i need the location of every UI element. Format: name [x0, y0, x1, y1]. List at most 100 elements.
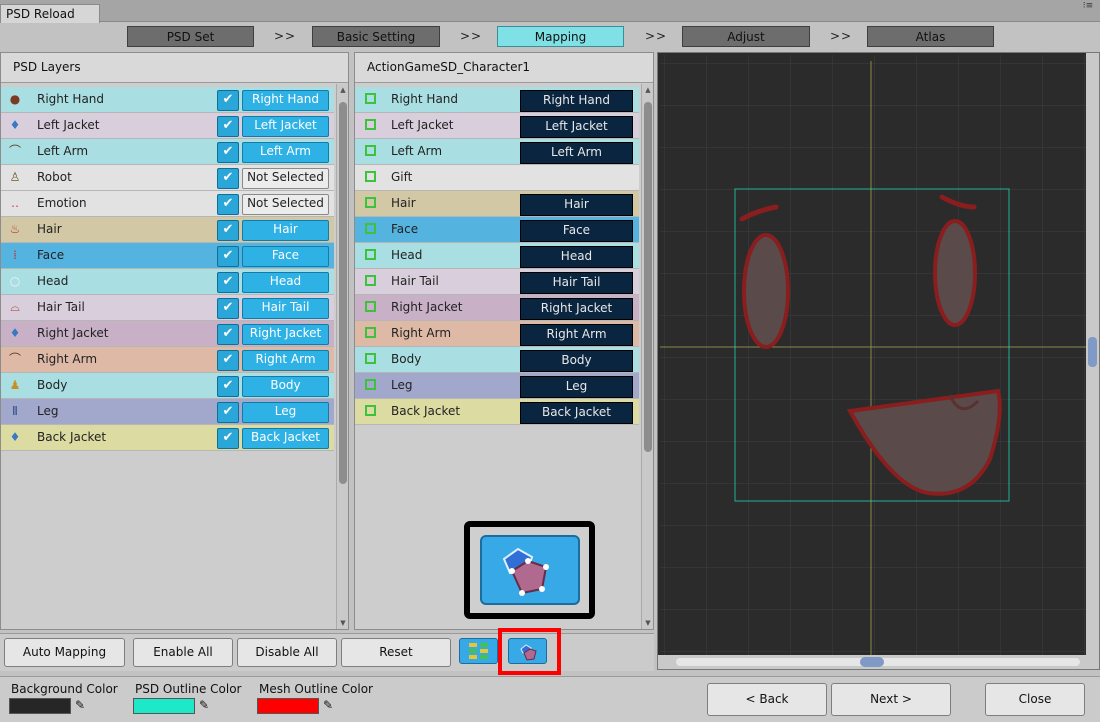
mesh-outline-color-swatch[interactable]: [257, 698, 319, 714]
mapping-target-button[interactable]: Face: [242, 246, 329, 267]
psd-layer-row[interactable]: ♟ Body ✔ Body: [1, 373, 334, 399]
checkbox-checked-icon[interactable]: ✔: [217, 324, 239, 345]
preview-vscrollbar[interactable]: [1086, 53, 1099, 655]
psd-layer-row[interactable]: ♦ Left Jacket ✔ Left Jacket: [1, 113, 334, 139]
disable-all-button[interactable]: Disable All: [237, 638, 337, 667]
target-slot-row[interactable]: Head Head: [355, 243, 639, 269]
preview-hscrollbar[interactable]: [658, 655, 1099, 669]
window-menu-icon[interactable]: ⁝≡: [1082, 2, 1094, 20]
scroll-thumb[interactable]: [644, 102, 652, 452]
eyedropper-icon[interactable]: ✎: [75, 697, 89, 713]
assigned-layer-button[interactable]: Face: [520, 220, 633, 242]
checkbox-checked-icon[interactable]: ✔: [217, 402, 239, 423]
target-slot-row[interactable]: Gift: [355, 165, 639, 191]
mapping-target-button[interactable]: Head: [242, 272, 329, 293]
mapping-target-button[interactable]: Back Jacket: [242, 428, 329, 449]
assigned-layer-button[interactable]: Hair: [520, 194, 633, 216]
preview-vscroll-thumb[interactable]: [1088, 337, 1097, 367]
target-slot-row[interactable]: Body Body: [355, 347, 639, 373]
target-slot-row[interactable]: Hair Hair: [355, 191, 639, 217]
mapping-target-button[interactable]: Right Jacket: [242, 324, 329, 345]
psd-layer-row[interactable]: ⁞ Face ✔ Face: [1, 243, 334, 269]
scroll-down-icon[interactable]: ▼: [642, 619, 654, 627]
assigned-layer-button[interactable]: Leg: [520, 376, 633, 398]
assigned-layer-button[interactable]: Right Jacket: [520, 298, 633, 320]
checkbox-checked-icon[interactable]: ✔: [217, 428, 239, 449]
checkbox-checked-icon[interactable]: ✔: [217, 220, 239, 241]
next-button[interactable]: Next >: [831, 683, 951, 716]
target-slot-row[interactable]: Right Hand Right Hand: [355, 87, 639, 113]
mapping-target-button[interactable]: Not Selected: [242, 168, 329, 189]
mapping-target-button[interactable]: Left Arm: [242, 142, 329, 163]
assigned-layer-button[interactable]: Right Arm: [520, 324, 633, 346]
checkbox-checked-icon[interactable]: ✔: [217, 246, 239, 267]
mapping-target-button[interactable]: Not Selected: [242, 194, 329, 215]
mapping-target-button[interactable]: Hair: [242, 220, 329, 241]
psd-layer-row[interactable]: ‥ Emotion ✔ Not Selected: [1, 191, 334, 217]
step-psd-set[interactable]: PSD Set: [127, 26, 254, 47]
scroll-up-icon[interactable]: ▲: [337, 86, 349, 94]
auto-mapping-button[interactable]: Auto Mapping: [4, 638, 125, 667]
step-basic-setting[interactable]: Basic Setting: [312, 26, 440, 47]
step-mapping[interactable]: Mapping: [497, 26, 624, 47]
assigned-layer-button[interactable]: Left Jacket: [520, 116, 633, 138]
assigned-layer-button[interactable]: Right Hand: [520, 90, 633, 112]
target-slot-row[interactable]: Back Jacket Back Jacket: [355, 399, 639, 425]
enable-all-button[interactable]: Enable All: [133, 638, 233, 667]
psd-layer-row[interactable]: ♙ Robot ✔ Not Selected: [1, 165, 334, 191]
target-slot-row[interactable]: Face Face: [355, 217, 639, 243]
mapping-target-button[interactable]: Right Hand: [242, 90, 329, 111]
psd-layer-row[interactable]: ● Right Hand ✔ Right Hand: [1, 87, 334, 113]
eyedropper-icon[interactable]: ✎: [323, 697, 337, 713]
window-tab[interactable]: PSD Reload: [0, 4, 100, 23]
psd-layer-row[interactable]: ♨ Hair ✔ Hair: [1, 217, 334, 243]
preview-viewport[interactable]: [657, 52, 1100, 670]
checkbox-checked-icon[interactable]: ✔: [217, 116, 239, 137]
close-button[interactable]: Close: [985, 683, 1085, 716]
scroll-up-icon[interactable]: ▲: [642, 86, 654, 94]
eyedropper-icon[interactable]: ✎: [199, 697, 213, 713]
target-slot-row[interactable]: Left Arm Left Arm: [355, 139, 639, 165]
target-slot-row[interactable]: Right Arm Right Arm: [355, 321, 639, 347]
scroll-down-icon[interactable]: ▼: [337, 619, 349, 627]
grid-view-button[interactable]: [459, 638, 498, 664]
step-atlas[interactable]: Atlas: [867, 26, 994, 47]
mapping-target-button[interactable]: Leg: [242, 402, 329, 423]
checkbox-checked-icon[interactable]: ✔: [217, 376, 239, 397]
assigned-layer-button[interactable]: Head: [520, 246, 633, 268]
psd-layer-row[interactable]: ⌒ Left Arm ✔ Left Arm: [1, 139, 334, 165]
checkbox-checked-icon[interactable]: ✔: [217, 194, 239, 215]
mapping-target-button[interactable]: Right Arm: [242, 350, 329, 371]
reset-button[interactable]: Reset: [341, 638, 451, 667]
psd-layer-row[interactable]: ○ Head ✔ Head: [1, 269, 334, 295]
step-adjust[interactable]: Adjust: [682, 26, 810, 47]
checkbox-checked-icon[interactable]: ✔: [217, 90, 239, 111]
scroll-thumb[interactable]: [339, 102, 347, 484]
checkbox-checked-icon[interactable]: ✔: [217, 168, 239, 189]
preview-hscroll-thumb[interactable]: [860, 657, 884, 667]
psd-layer-row[interactable]: ♦ Back Jacket ✔ Back Jacket: [1, 425, 334, 451]
psd-layer-row[interactable]: ⌓ Hair Tail ✔ Hair Tail: [1, 295, 334, 321]
psd-outline-color-swatch[interactable]: [133, 698, 195, 714]
psd-layers-scrollbar[interactable]: ▲ ▼: [336, 84, 348, 629]
checkbox-checked-icon[interactable]: ✔: [217, 298, 239, 319]
psd-layer-row[interactable]: Ⅱ Leg ✔ Leg: [1, 399, 334, 425]
mapping-target-button[interactable]: Hair Tail: [242, 298, 329, 319]
target-slot-row[interactable]: Hair Tail Hair Tail: [355, 269, 639, 295]
checkbox-checked-icon[interactable]: ✔: [217, 272, 239, 293]
background-color-swatch[interactable]: [9, 698, 71, 714]
mapping-target-button[interactable]: Left Jacket: [242, 116, 329, 137]
target-slot-row[interactable]: Right Jacket Right Jacket: [355, 295, 639, 321]
mesh-view-button[interactable]: [508, 638, 547, 664]
back-button[interactable]: < Back: [707, 683, 827, 716]
assigned-layer-button[interactable]: Body: [520, 350, 633, 372]
checkbox-checked-icon[interactable]: ✔: [217, 350, 239, 371]
target-slot-row[interactable]: Left Jacket Left Jacket: [355, 113, 639, 139]
mapping-target-button[interactable]: Body: [242, 376, 329, 397]
target-slot-row[interactable]: Leg Leg: [355, 373, 639, 399]
assigned-layer-button[interactable]: Hair Tail: [520, 272, 633, 294]
psd-layer-row[interactable]: ⌒ Right Arm ✔ Right Arm: [1, 347, 334, 373]
psd-layer-row[interactable]: ♦ Right Jacket ✔ Right Jacket: [1, 321, 334, 347]
checkbox-checked-icon[interactable]: ✔: [217, 142, 239, 163]
assigned-layer-button[interactable]: Left Arm: [520, 142, 633, 164]
